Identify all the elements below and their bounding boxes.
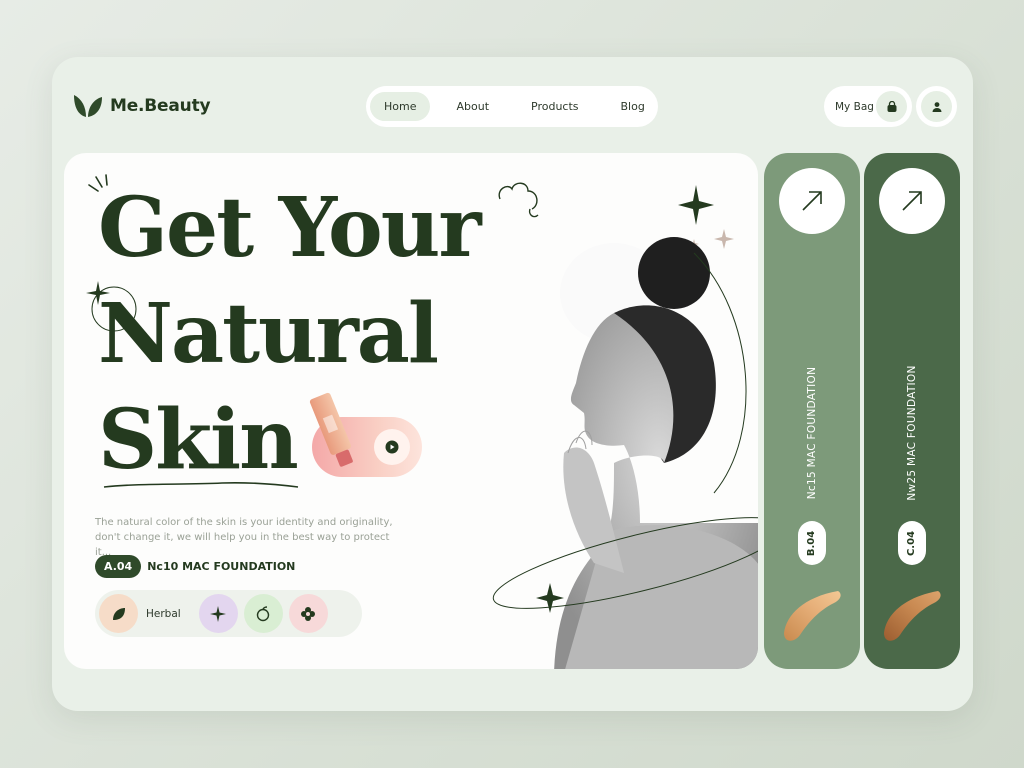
nav-home[interactable]: Home xyxy=(370,92,431,121)
user-account-button[interactable] xyxy=(916,86,957,127)
hero-description: The natural color of the skin is your id… xyxy=(95,517,393,558)
cloud-doodle-icon xyxy=(498,182,539,218)
featured-product[interactable]: A.04 Nc10 MAC FOUNDATION xyxy=(95,555,295,578)
fruit-icon[interactable] xyxy=(243,594,283,633)
nav-products[interactable]: Products xyxy=(517,92,593,121)
nav-blog[interactable]: Blog xyxy=(607,92,659,121)
brand-logo[interactable]: Me.Beauty xyxy=(72,93,211,119)
sparkle-icon[interactable] xyxy=(198,594,238,633)
user-icon xyxy=(921,91,952,122)
open-product-button[interactable] xyxy=(879,168,945,234)
product-name-vertical: Nw25 MAC FOUNDATION xyxy=(906,365,918,501)
tag-herbal-label: Herbal xyxy=(146,607,181,620)
arrow-up-right-icon xyxy=(802,191,822,211)
product-name: Nc10 MAC FOUNDATION xyxy=(147,560,296,573)
arrow-up-right-icon xyxy=(902,191,922,211)
foundation-swatch-image xyxy=(784,591,841,641)
main-nav: Home About Products Blog xyxy=(366,86,658,127)
product-code-badge: C.04 xyxy=(898,521,926,565)
underline-squiggle-icon xyxy=(103,482,299,488)
leaf-logo-icon xyxy=(74,95,102,117)
my-bag-button[interactable]: My Bag xyxy=(824,86,912,127)
foundation-swatch-image xyxy=(884,591,941,641)
product-card-c04[interactable]: Nw25 MAC FOUNDATION C.04 xyxy=(864,153,960,669)
headline-line-2: Natural xyxy=(98,286,439,382)
main-card: Me.Beauty Home About Products Blog My Ba… xyxy=(52,57,973,711)
product-card-b04[interactable]: Nc15 MAC FOUNDATION B.04 xyxy=(764,153,860,669)
nav-about[interactable]: About xyxy=(442,92,503,121)
model-photo xyxy=(492,237,758,669)
product-code-badge: A.04 xyxy=(95,555,142,578)
hero-section: Get Your Natural Skin The natural color … xyxy=(64,153,758,669)
bag-icon xyxy=(876,91,907,122)
product-code-badge: B.04 xyxy=(798,521,826,565)
my-bag-label: My Bag xyxy=(835,100,874,113)
headline-line-3: Skin xyxy=(98,392,299,488)
flower-icon[interactable] xyxy=(288,594,328,633)
brand-name: Me.Beauty xyxy=(110,96,211,116)
tag-herbal[interactable]: Herbal xyxy=(99,594,193,633)
product-name-vertical: Nc15 MAC FOUNDATION xyxy=(806,366,818,500)
play-icon xyxy=(385,440,399,454)
product-tube-image xyxy=(309,392,353,467)
open-product-button[interactable] xyxy=(779,168,845,234)
feature-tags: Herbal xyxy=(95,590,362,637)
hero-headline: Get Your Natural Skin xyxy=(98,175,482,493)
headline-line-1: Get Your xyxy=(98,180,482,276)
play-video-button[interactable] xyxy=(374,429,410,465)
leaf-icon xyxy=(99,594,138,633)
